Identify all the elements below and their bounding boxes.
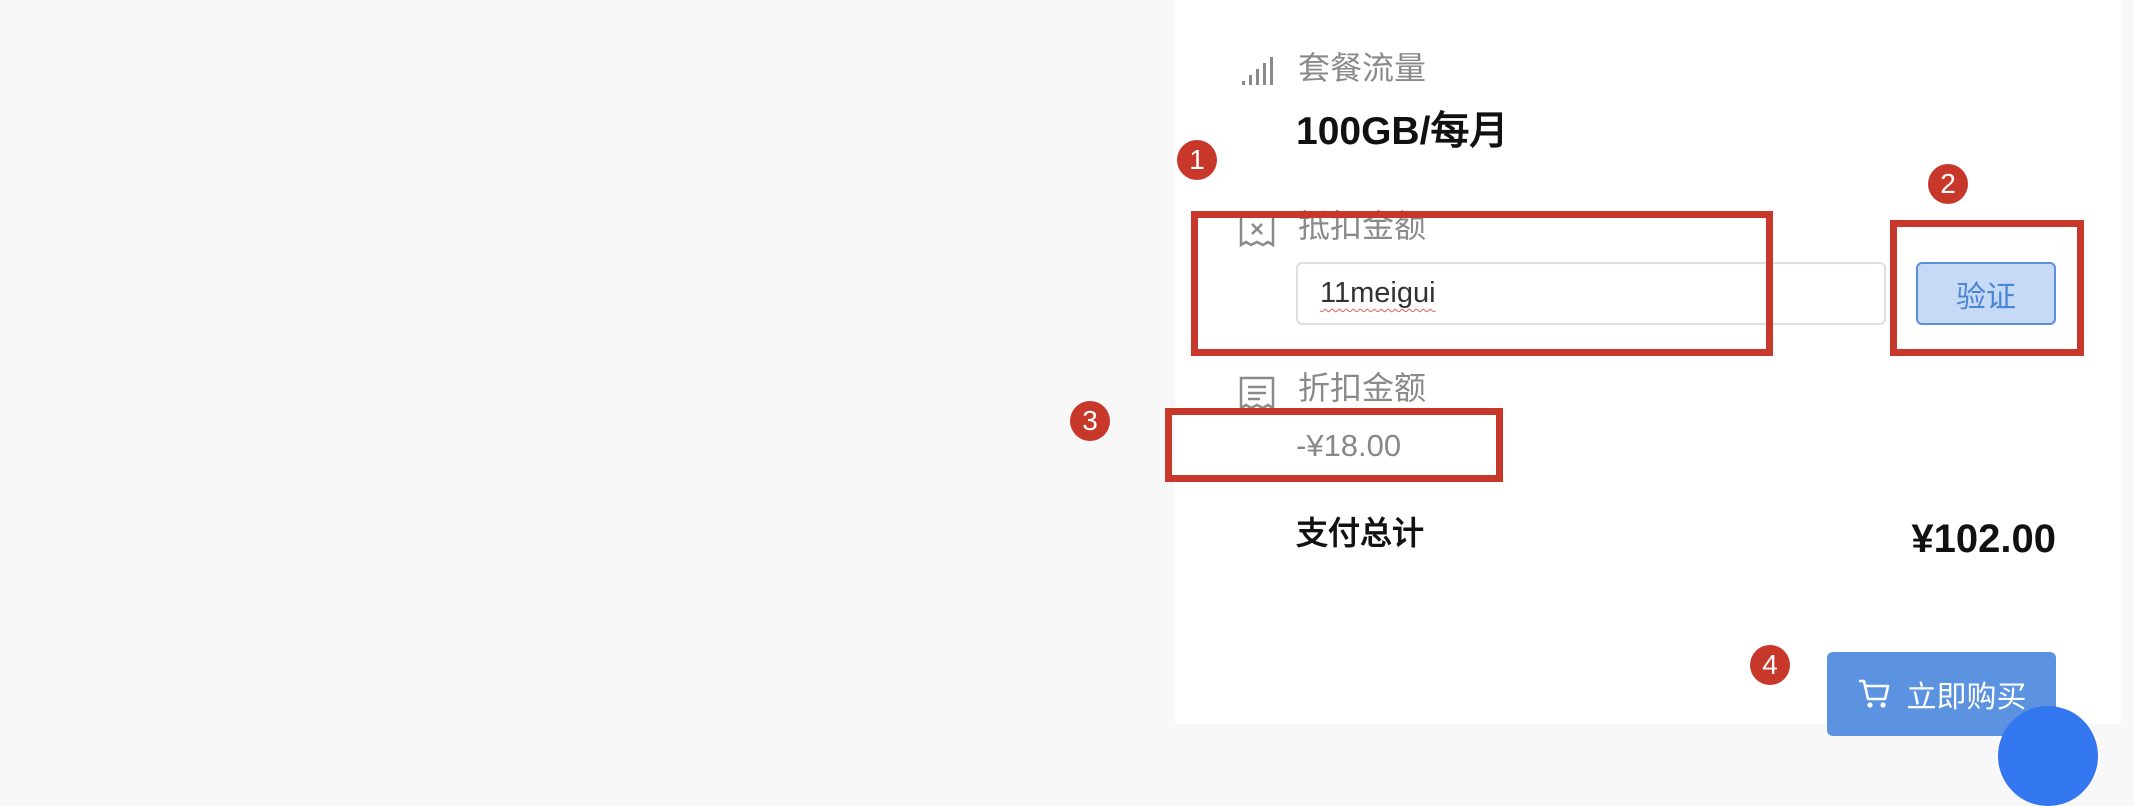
annotation-badge-2: 2 [1928, 164, 1968, 204]
checkout-panel [1175, 0, 2121, 724]
annotation-box-verify [1890, 220, 2084, 356]
annotation-box-discount [1165, 408, 1503, 482]
traffic-value: 100GB/每月 [1296, 110, 1509, 153]
cart-icon [1857, 678, 1891, 710]
discount-label: 折扣金额 [1298, 370, 1427, 406]
annotation-badge-1: 1 [1177, 140, 1217, 180]
annotation-box-deduction [1191, 211, 1773, 356]
annotation-badge-4: 4 [1750, 645, 1790, 685]
total-value: ¥102.00 [1911, 517, 2056, 561]
traffic-label: 套餐流量 [1298, 50, 1427, 86]
total-label: 支付总计 [1296, 515, 1425, 551]
annotation-badge-3: 3 [1070, 401, 1110, 441]
buy-now-label: 立即购买 [1906, 681, 2027, 714]
signal-bars-icon [1240, 53, 1274, 92]
floating-action-button[interactable] [1998, 706, 2098, 806]
